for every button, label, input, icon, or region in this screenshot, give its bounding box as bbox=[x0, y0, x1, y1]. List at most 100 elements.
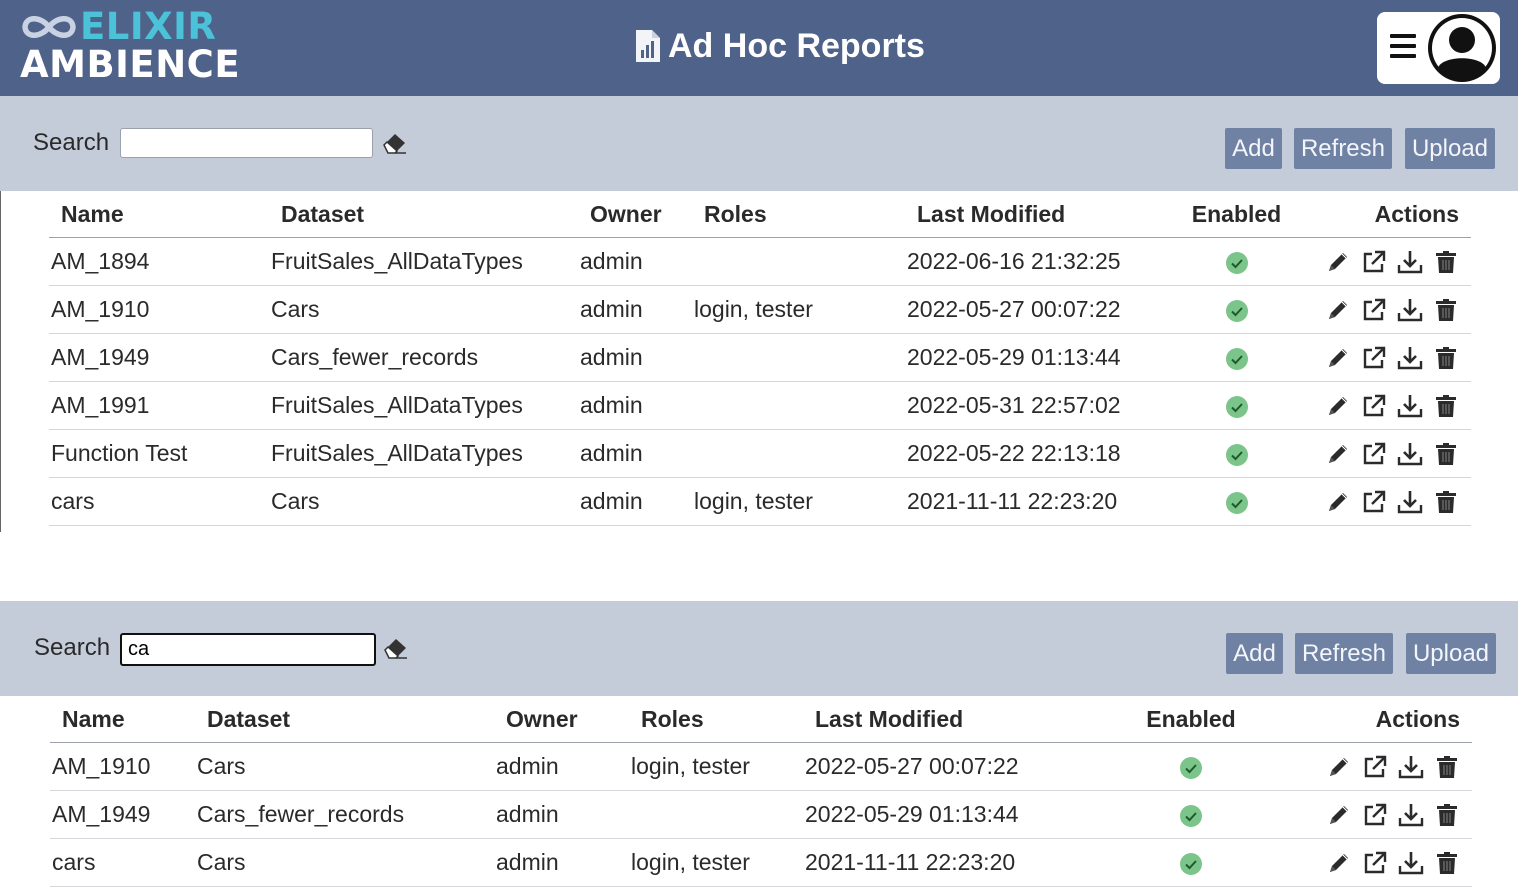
check-circle-icon bbox=[1225, 299, 1249, 323]
table-row[interactable]: cars Cars admin login, tester 2021-11-11 22:… bbox=[49, 477, 1471, 526]
external-link-icon[interactable] bbox=[1361, 249, 1387, 275]
page-title: Ad Hoc Reports bbox=[668, 27, 925, 65]
external-link-icon[interactable] bbox=[1362, 850, 1388, 876]
table-row[interactable]: Function Test FruitSales_AllDataTypes admi… bbox=[49, 429, 1471, 478]
upload-button[interactable]: Upload bbox=[1406, 633, 1496, 674]
cell-dataset: FruitSales_AllDataTypes bbox=[269, 237, 578, 286]
table-body: AM_1910 Cars admin login, tester 2022-05-27 … bbox=[50, 742, 1472, 887]
download-icon[interactable] bbox=[1397, 297, 1423, 323]
column-header-dataset[interactable]: Dataset bbox=[195, 696, 494, 743]
external-link-icon[interactable] bbox=[1361, 345, 1387, 371]
column-header-name[interactable]: Name bbox=[49, 191, 269, 238]
user-avatar-icon[interactable] bbox=[1427, 13, 1497, 83]
cell-owner: admin bbox=[578, 429, 692, 478]
table-row[interactable]: AM_1949 Cars_fewer_records admin 2022-05-29… bbox=[49, 333, 1471, 382]
user-menu-box bbox=[1377, 12, 1500, 84]
trash-icon[interactable] bbox=[1433, 345, 1459, 371]
pencil-icon[interactable] bbox=[1325, 489, 1351, 515]
external-link-icon[interactable] bbox=[1362, 802, 1388, 828]
column-header-enabled[interactable]: Enabled bbox=[1130, 696, 1252, 743]
pencil-icon[interactable] bbox=[1326, 754, 1352, 780]
check-circle-icon bbox=[1225, 347, 1249, 371]
cell-enabled bbox=[1130, 790, 1252, 839]
app-header: ELIXIR AMBIENCE Ad Hoc Reports bbox=[0, 0, 1518, 96]
refresh-button[interactable]: Refresh bbox=[1295, 633, 1393, 674]
download-icon[interactable] bbox=[1397, 441, 1423, 467]
cell-actions bbox=[1306, 381, 1471, 430]
cell-enabled bbox=[1130, 742, 1252, 791]
cell-actions bbox=[1306, 333, 1471, 382]
column-header-roles[interactable]: Roles bbox=[692, 191, 905, 238]
column-header-roles[interactable]: Roles bbox=[629, 696, 803, 743]
pencil-icon[interactable] bbox=[1325, 393, 1351, 419]
external-link-icon[interactable] bbox=[1361, 441, 1387, 467]
cell-last-modified: 2022-05-31 22:57:02 bbox=[905, 381, 1167, 430]
cell-enabled bbox=[1130, 838, 1252, 887]
pencil-icon[interactable] bbox=[1326, 850, 1352, 876]
external-link-icon[interactable] bbox=[1362, 754, 1388, 780]
pencil-icon[interactable] bbox=[1325, 297, 1351, 323]
download-icon[interactable] bbox=[1397, 393, 1423, 419]
pencil-icon[interactable] bbox=[1325, 249, 1351, 275]
cell-owner: admin bbox=[578, 285, 692, 334]
trash-icon[interactable] bbox=[1433, 249, 1459, 275]
download-icon[interactable] bbox=[1397, 489, 1423, 515]
column-header-name[interactable]: Name bbox=[50, 696, 195, 743]
eraser-icon[interactable] bbox=[383, 132, 407, 154]
search-input[interactable] bbox=[120, 633, 376, 666]
report-chart-icon bbox=[636, 30, 660, 62]
refresh-button[interactable]: Refresh bbox=[1294, 128, 1392, 169]
add-button[interactable]: Add bbox=[1226, 633, 1283, 674]
external-link-icon[interactable] bbox=[1361, 297, 1387, 323]
add-button[interactable]: Add bbox=[1225, 128, 1282, 169]
column-header-dataset[interactable]: Dataset bbox=[269, 191, 578, 238]
column-header-owner[interactable]: Owner bbox=[494, 696, 629, 743]
table-row[interactable]: AM_1991 FruitSales_AllDataTypes admin 2022-… bbox=[49, 381, 1471, 430]
download-icon[interactable] bbox=[1397, 249, 1423, 275]
cell-dataset: Cars bbox=[195, 838, 494, 887]
cell-last-modified: 2022-05-27 00:07:22 bbox=[803, 742, 1130, 791]
infinity-logo-icon bbox=[22, 16, 76, 38]
pencil-icon[interactable] bbox=[1326, 802, 1352, 828]
trash-icon[interactable] bbox=[1433, 441, 1459, 467]
pencil-icon[interactable] bbox=[1325, 345, 1351, 371]
pencil-icon[interactable] bbox=[1325, 441, 1351, 467]
download-icon[interactable] bbox=[1397, 345, 1423, 371]
cell-roles bbox=[692, 333, 905, 382]
trash-icon[interactable] bbox=[1434, 754, 1460, 780]
column-header-owner[interactable]: Owner bbox=[578, 191, 692, 238]
elixir-ambience-logo: ELIXIR AMBIENCE bbox=[20, 8, 240, 88]
column-header-last-modified[interactable]: Last Modified bbox=[803, 696, 1130, 743]
hamburger-menu-icon[interactable] bbox=[1390, 34, 1416, 62]
trash-icon[interactable] bbox=[1434, 802, 1460, 828]
download-icon[interactable] bbox=[1398, 802, 1424, 828]
logo-text-ambience: AMBIENCE bbox=[20, 43, 241, 86]
table-row[interactable]: AM_1910 Cars admin login, tester 2022-05-27 … bbox=[49, 285, 1471, 334]
external-link-icon[interactable] bbox=[1361, 393, 1387, 419]
download-icon[interactable] bbox=[1398, 850, 1424, 876]
cell-name: cars bbox=[50, 838, 195, 887]
panel-border bbox=[0, 191, 1, 532]
download-icon[interactable] bbox=[1398, 754, 1424, 780]
cell-dataset: FruitSales_AllDataTypes bbox=[269, 381, 578, 430]
external-link-icon[interactable] bbox=[1361, 489, 1387, 515]
column-header-enabled[interactable]: Enabled bbox=[1167, 191, 1306, 238]
table-row[interactable]: AM_1894 FruitSales_AllDataTypes admin 2022-… bbox=[49, 237, 1471, 286]
cell-roles bbox=[692, 429, 905, 478]
cell-roles: login, tester bbox=[692, 285, 905, 334]
trash-icon[interactable] bbox=[1433, 297, 1459, 323]
table-row[interactable]: AM_1949 Cars_fewer_records admin 2022-05-29… bbox=[50, 790, 1472, 839]
column-header-last-modified[interactable]: Last Modified bbox=[905, 191, 1167, 238]
search-input[interactable] bbox=[120, 128, 373, 158]
eraser-icon[interactable] bbox=[384, 637, 408, 659]
upload-button[interactable]: Upload bbox=[1405, 128, 1495, 169]
trash-icon[interactable] bbox=[1433, 393, 1459, 419]
table-row[interactable]: AM_1910 Cars admin login, tester 2022-05-27 … bbox=[50, 742, 1472, 791]
trash-icon[interactable] bbox=[1434, 850, 1460, 876]
table-row[interactable]: cars Cars admin login, tester 2021-11-11 22:… bbox=[50, 838, 1472, 887]
cell-enabled bbox=[1167, 429, 1306, 478]
trash-icon[interactable] bbox=[1433, 489, 1459, 515]
search-label: Search bbox=[33, 129, 110, 156]
cell-last-modified: 2022-05-29 01:13:44 bbox=[803, 790, 1130, 839]
cell-name: cars bbox=[49, 477, 269, 526]
